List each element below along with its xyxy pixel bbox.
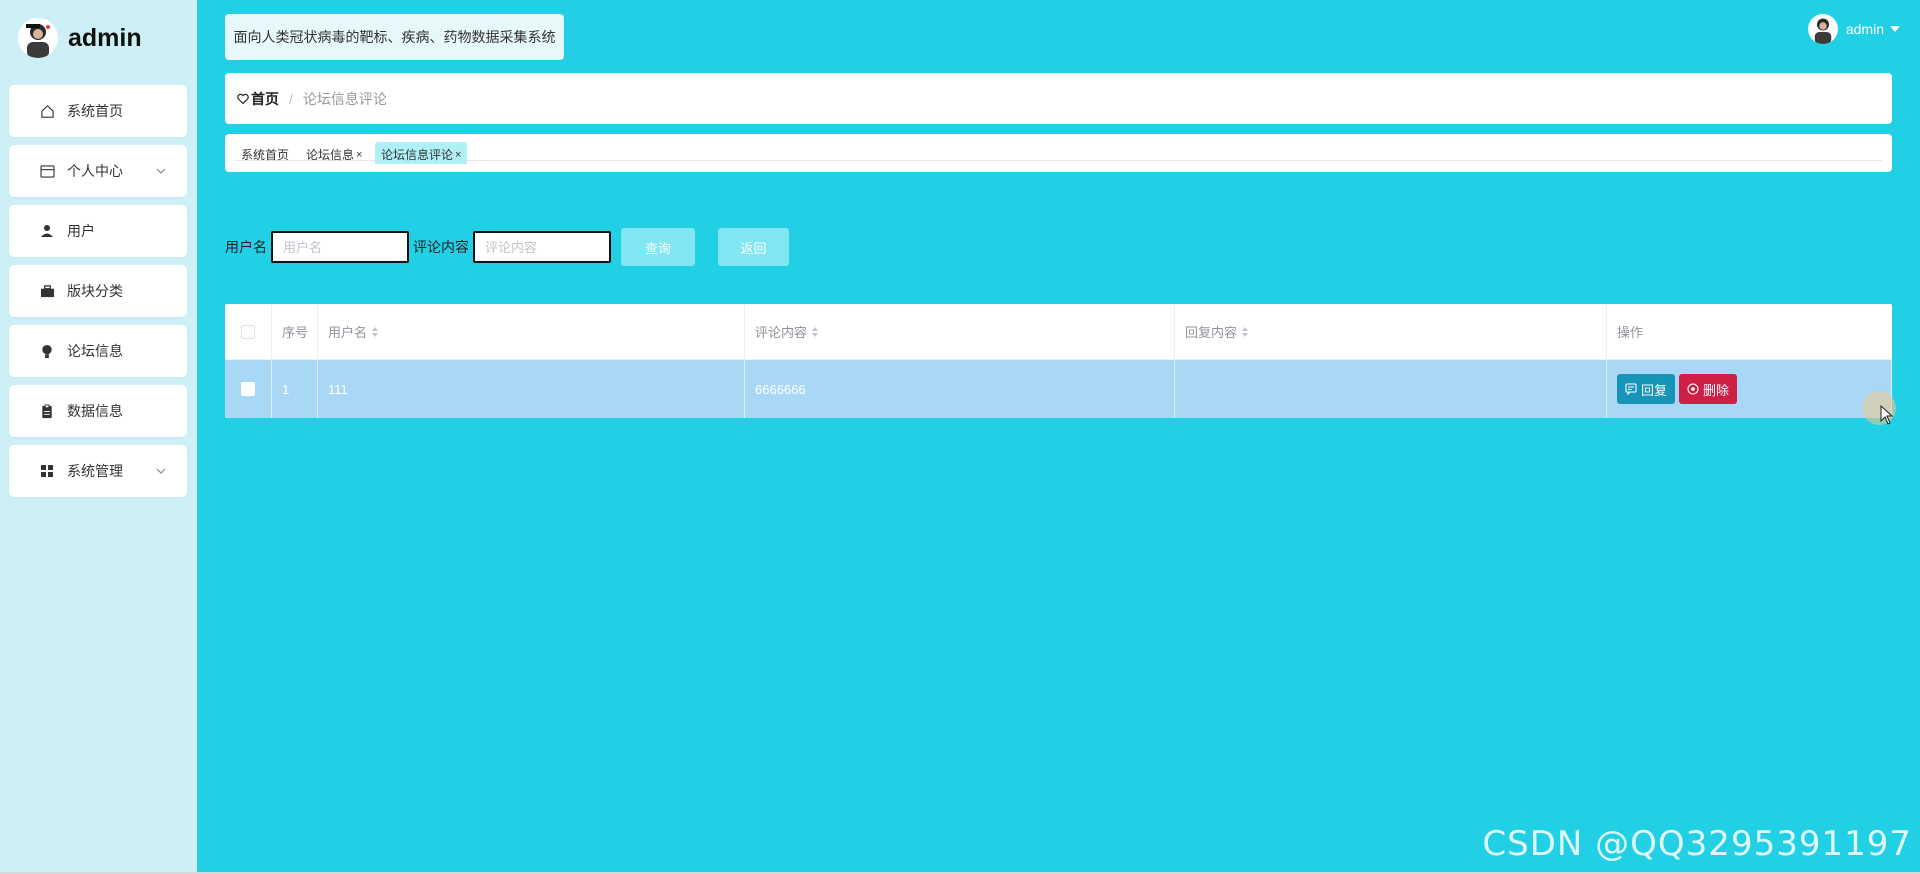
system-title-text: 面向人类冠状病毒的靶标、疾病、药物数据采集系统 — [233, 29, 556, 45]
select-all-checkbox[interactable] — [241, 324, 255, 339]
user-name: admin — [1845, 21, 1884, 37]
column-header-label: 回复内容 — [1185, 325, 1238, 340]
tab-label: 系统首页 — [241, 148, 290, 162]
column-header-label: 用户名 — [328, 325, 368, 340]
tab-label: 论坛信息评论 — [381, 148, 454, 162]
delete-button-label: 删除 — [1703, 382, 1730, 398]
heart-icon — [237, 93, 249, 104]
sidebar-item-label: 系统管理 — [67, 463, 123, 479]
select-all-cell — [225, 304, 272, 359]
breadcrumb-current: 论坛信息评论 — [302, 90, 387, 107]
breadcrumb-home[interactable]: 首页 — [237, 89, 279, 109]
brand-name: admin — [68, 23, 142, 52]
column-header-label: 序号 — [282, 325, 309, 340]
briefcase-icon — [39, 283, 55, 299]
sidebar-item-board-category[interactable]: 版块分类 — [9, 265, 187, 317]
comment-label: 评论内容 — [413, 239, 469, 255]
breadcrumb-separator: / — [289, 90, 293, 107]
tabs-divider — [235, 160, 1882, 161]
sidebar-item-personal-center[interactable]: 个人中心 — [9, 145, 187, 197]
column-header-reply[interactable]: 回复内容 — [1175, 304, 1607, 359]
sidebar-item-label: 个人中心 — [67, 163, 123, 179]
sidebar-item-label: 用户 — [67, 223, 95, 239]
sort-icon[interactable] — [812, 326, 819, 337]
sidebar-item-forum-info[interactable]: 论坛信息 — [9, 325, 187, 377]
cell-index: 1 — [272, 360, 318, 418]
caret-down-icon — [1890, 26, 1900, 32]
table-header: 序号 用户名 评论内容 回复内容 操作 — [225, 304, 1892, 360]
column-header-label: 评论内容 — [755, 325, 808, 340]
delete-circle-icon — [1687, 383, 1699, 395]
sidebar-item-user[interactable]: 用户 — [9, 205, 187, 257]
username-label: 用户名 — [225, 239, 267, 255]
column-header-comment[interactable]: 评论内容 — [745, 304, 1175, 359]
sidebar-item-label: 数据信息 — [67, 403, 123, 419]
delete-button[interactable]: 删除 — [1679, 374, 1738, 404]
username-search-input[interactable] — [271, 231, 409, 263]
comments-table: 序号 用户名 评论内容 回复内容 操作 1 111 6666666 回复 删除 — [225, 304, 1892, 418]
tab-forum-comment[interactable]: 论坛信息评论 × — [375, 142, 468, 164]
user-icon — [39, 223, 55, 239]
column-header-label: 操作 — [1617, 325, 1644, 340]
cell-reply — [1175, 360, 1607, 418]
sort-icon[interactable] — [372, 326, 379, 337]
avatar — [18, 18, 58, 58]
column-header-operation: 操作 — [1607, 304, 1892, 359]
back-button[interactable]: 返回 — [718, 228, 789, 266]
tab-forum-info[interactable]: 论坛信息 × — [300, 142, 368, 164]
breadcrumb-home-label: 首页 — [251, 90, 279, 107]
sidebar-item-data-info[interactable]: 数据信息 — [9, 385, 187, 437]
sort-icon[interactable] — [1242, 326, 1249, 337]
watermark: CSDN @QQ3295391197 — [1482, 824, 1912, 864]
chevron-down-icon — [155, 164, 167, 176]
sidebar-item-system-management[interactable]: 系统管理 — [9, 445, 187, 497]
sidebar: admin 系统首页 个人中心 用户 版块分类 论坛信息 数据信息 系统管理 — [0, 0, 197, 872]
sidebar-item-home[interactable]: 系统首页 — [9, 85, 187, 137]
tab-system-home[interactable]: 系统首页 — [235, 142, 295, 164]
home-icon — [39, 103, 55, 119]
cell-comment: 6666666 — [745, 360, 1175, 418]
brand: admin — [18, 16, 142, 60]
cell-operations: 回复 删除 — [1607, 360, 1892, 418]
close-icon[interactable]: × — [356, 142, 362, 164]
tab-label: 论坛信息 — [306, 148, 355, 162]
table-row[interactable]: 1 111 6666666 回复 删除 — [225, 360, 1892, 418]
reply-button[interactable]: 回复 — [1617, 374, 1676, 404]
mouse-cursor-icon — [1880, 405, 1894, 425]
sidebar-item-label: 系统首页 — [67, 103, 123, 119]
tabs-bar: 系统首页 论坛信息 × 论坛信息评论 × — [225, 134, 1892, 172]
sidebar-item-label: 版块分类 — [67, 283, 123, 299]
search-form: 用户名 评论内容 查询 返回 — [225, 228, 789, 266]
column-header-index: 序号 — [272, 304, 318, 359]
cell-username: 111 — [318, 360, 745, 418]
reply-button-label: 回复 — [1641, 382, 1668, 398]
comment-search-input[interactable] — [473, 231, 611, 263]
id-card-icon — [39, 163, 55, 179]
system-title: 面向人类冠状病毒的靶标、疾病、药物数据采集系统 — [225, 14, 564, 60]
breadcrumb: 首页 / 论坛信息评论 — [225, 73, 1892, 124]
user-menu[interactable]: admin — [1807, 14, 1900, 44]
query-button[interactable]: 查询 — [621, 228, 695, 266]
bulb-icon — [39, 343, 55, 359]
message-icon — [1625, 383, 1637, 395]
clipboard-icon — [39, 403, 55, 419]
sidebar-item-label: 论坛信息 — [67, 343, 123, 359]
avatar — [1807, 14, 1838, 44]
row-select-cell — [225, 360, 272, 418]
chevron-down-icon — [155, 464, 167, 476]
close-icon[interactable]: × — [455, 142, 461, 164]
row-checkbox[interactable] — [241, 382, 255, 396]
grid-icon — [39, 463, 55, 479]
column-header-username[interactable]: 用户名 — [318, 304, 745, 359]
